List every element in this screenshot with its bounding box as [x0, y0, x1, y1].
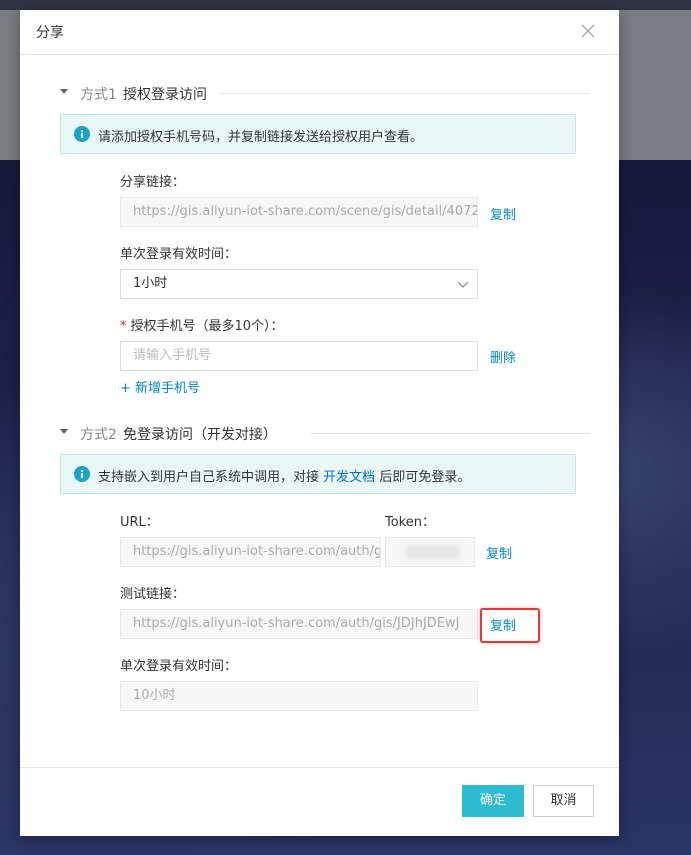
alert-text-prefix: 支持嵌入到用户自己系统中调用，对接 — [98, 470, 320, 485]
dev-docs-link[interactable]: 开发文档 — [323, 470, 375, 485]
confirm-button[interactable]: 确定 — [462, 785, 524, 817]
footer-divider — [20, 767, 619, 768]
section-divider — [220, 93, 590, 94]
alert-text-suffix: 后即可免登录。 — [379, 470, 471, 485]
collapse-triangle-icon[interactable] — [60, 89, 68, 94]
method2-validity-input[interactable]: 10小时 — [120, 681, 478, 711]
required-asterisk: * — [120, 319, 127, 334]
cancel-button[interactable]: 取消 — [533, 785, 594, 817]
validity-select[interactable]: 1小时 — [120, 269, 478, 299]
test-link-input[interactable]: https://gis.aliyun-iot-share.com/auth/gi… — [120, 609, 478, 639]
validity-select-value: 1小时 — [133, 276, 168, 291]
method1-title: 授权登录访问 — [123, 87, 207, 103]
method2-info-alert: 支持嵌入到用户自己系统中调用，对接 开发文档 后即可免登录。 — [60, 454, 576, 494]
test-link-label: 测试链接： — [120, 587, 186, 602]
chevron-down-icon — [457, 281, 469, 288]
share-link-label: 分享链接： — [120, 175, 186, 190]
method1-info-alert: 请添加授权手机号码，并复制链接发送给授权用户查看。 — [60, 114, 576, 154]
phone-delete-button[interactable]: 删除 — [490, 347, 516, 366]
token-masked-value — [406, 545, 460, 559]
background-top-bar — [0, 0, 691, 10]
dialog-header: 分享 — [20, 10, 619, 55]
method2-validity-label: 单次登录有效时间： — [120, 659, 238, 674]
collapse-triangle-icon[interactable] — [60, 429, 68, 434]
phone-label: * 授权手机号（最多10个）： — [120, 315, 284, 334]
dialog-title: 分享 — [36, 25, 64, 41]
highlight-box — [480, 608, 540, 643]
phone-label-text: 授权手机号（最多10个）： — [130, 319, 284, 334]
info-icon — [74, 466, 90, 482]
validity-label: 单次登录有效时间： — [120, 247, 238, 262]
method2-section-header[interactable]: 方式2 免登录访问（开发对接） — [60, 422, 590, 444]
method1-section-header[interactable]: 方式1 授权登录访问 — [60, 82, 590, 104]
method2-title: 免登录访问（开发对接） — [123, 427, 277, 443]
share-link-input[interactable]: https://gis.aliyun-iot-share.com/scene/g… — [120, 197, 478, 227]
url-token-copy-button[interactable]: 复制 — [486, 543, 512, 562]
url-label: URL： — [120, 515, 159, 530]
share-link-copy-button[interactable]: 复制 — [490, 204, 516, 223]
add-phone-button[interactable]: + 新增手机号 — [120, 377, 200, 396]
method2-alert-text: 支持嵌入到用户自己系统中调用，对接 开发文档 后即可免登录。 — [98, 466, 470, 485]
close-icon[interactable] — [579, 22, 597, 40]
share-dialog: 分享 方式1 授权登录访问 请添加授权手机号码，并复制链接发送给授权用户查看。 … — [20, 10, 619, 836]
method1-number: 方式1 — [80, 87, 117, 103]
method1-alert-text: 请添加授权手机号码，并复制链接发送给授权用户查看。 — [98, 130, 424, 145]
token-input[interactable] — [385, 537, 475, 567]
phone-input[interactable]: 请输入手机号 — [120, 341, 478, 371]
section-divider — [310, 433, 590, 434]
method2-number: 方式2 — [80, 427, 117, 443]
url-input[interactable]: https://gis.aliyun-iot-share.com/auth/g — [120, 537, 381, 567]
token-label: Token： — [385, 515, 435, 530]
info-icon — [74, 126, 90, 142]
